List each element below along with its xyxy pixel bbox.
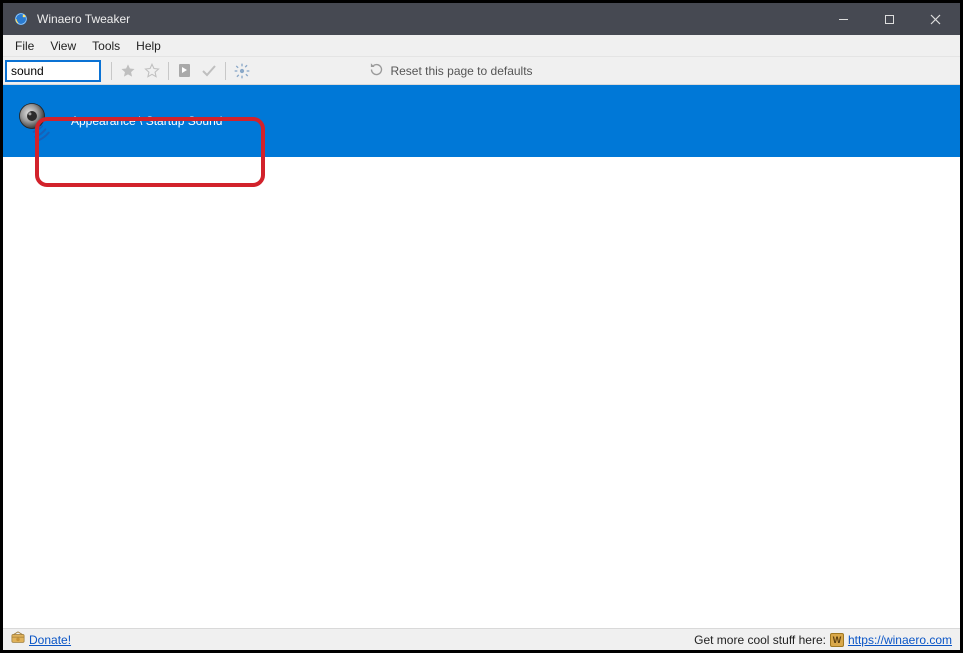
titlebar: Winaero Tweaker: [3, 3, 960, 35]
gear-icon[interactable]: [232, 61, 252, 81]
toolbar: Reset this page to defaults: [3, 57, 960, 85]
promo-text: Get more cool stuff here:: [694, 633, 826, 647]
speaker-icon: [17, 101, 57, 141]
content-blank: [3, 157, 960, 628]
close-button[interactable]: [912, 3, 958, 35]
menu-view[interactable]: View: [42, 37, 84, 55]
window-title: Winaero Tweaker: [37, 12, 820, 26]
promo-link[interactable]: https://winaero.com: [848, 633, 952, 647]
menu-file[interactable]: File: [7, 37, 42, 55]
donate-link-wrap: Donate!: [11, 631, 71, 648]
search-result-label: Appearance \ Startup Sound: [71, 114, 222, 128]
statusbar: Donate! Get more cool stuff here: W http…: [3, 628, 960, 650]
app-window: Winaero Tweaker File View Tools Help: [0, 0, 963, 653]
menu-tools[interactable]: Tools: [84, 37, 128, 55]
favorite-solid-icon[interactable]: [118, 61, 138, 81]
search-input[interactable]: [5, 60, 101, 82]
toolbar-separator: [225, 62, 226, 80]
search-result-item[interactable]: Appearance \ Startup Sound: [3, 85, 960, 157]
minimize-button[interactable]: [820, 3, 866, 35]
status-promo: Get more cool stuff here: W https://wina…: [694, 633, 952, 647]
reset-label: Reset this page to defaults: [390, 64, 532, 78]
donate-link[interactable]: Donate!: [29, 633, 71, 647]
maximize-button[interactable]: [866, 3, 912, 35]
winaero-badge-icon: W: [830, 633, 844, 647]
app-icon: [13, 11, 29, 27]
reset-icon: [369, 62, 384, 80]
favorite-outline-icon[interactable]: [142, 61, 162, 81]
menu-help[interactable]: Help: [128, 37, 169, 55]
window-controls: [820, 3, 958, 35]
donate-icon: [11, 631, 25, 648]
menubar: File View Tools Help: [3, 35, 960, 57]
toolbar-separator: [168, 62, 169, 80]
content-area: Appearance \ Startup Sound: [3, 85, 960, 628]
toolbar-separator: [111, 62, 112, 80]
flag-icon[interactable]: [175, 61, 195, 81]
reset-defaults[interactable]: Reset this page to defaults: [369, 62, 532, 80]
check-icon[interactable]: [199, 61, 219, 81]
